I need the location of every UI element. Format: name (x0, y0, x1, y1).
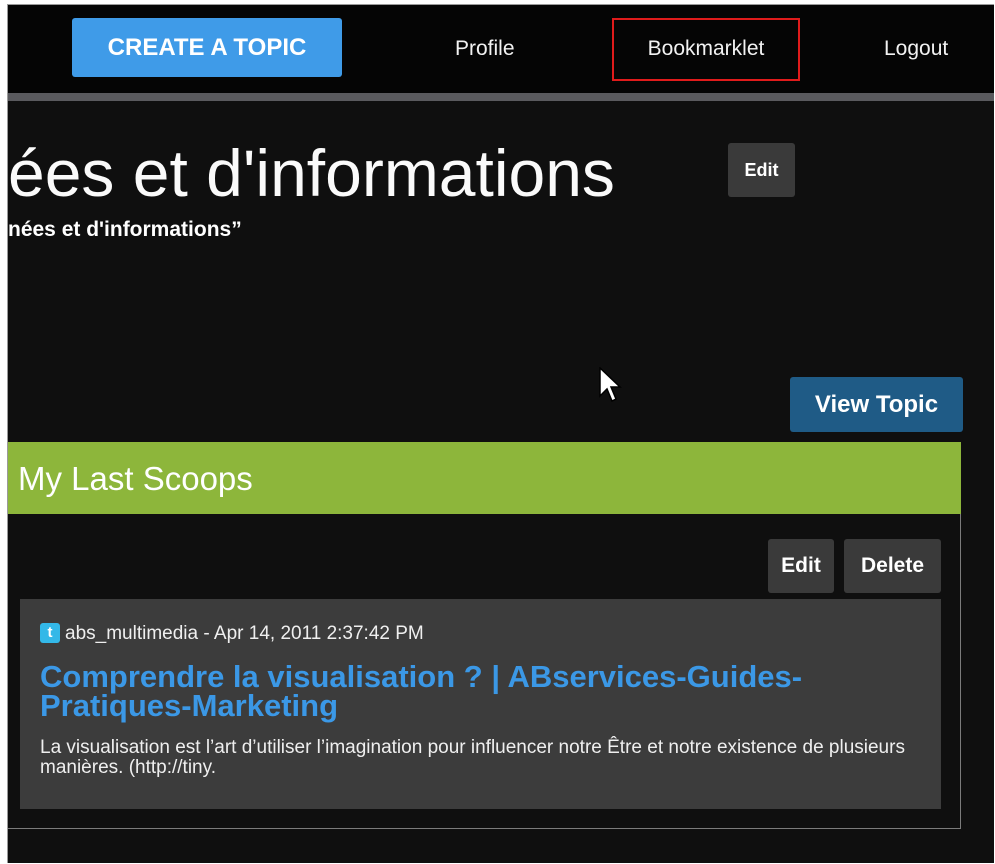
topic-subtitle: nées et d'informations” (8, 218, 242, 241)
top-nav-bar: CREATE A TOPIC Profile Bookmarklet Logou… (8, 5, 994, 93)
scoop-source: abs_multimedia - Apr 14, 2011 2:37:42 PM (65, 623, 424, 644)
mouse-cursor-icon (599, 367, 622, 403)
scoop-card: t abs_multimedia - Apr 14, 2011 2:37:42 … (20, 599, 941, 809)
edit-title-button[interactable]: Edit (728, 143, 795, 197)
panel-header: My Last Scoops (8, 442, 961, 514)
nav-link-logout[interactable]: Logout (884, 37, 948, 61)
create-topic-button[interactable]: CREATE A TOPIC (72, 18, 342, 77)
view-topic-button[interactable]: View Topic (790, 377, 963, 432)
scoop-title-link[interactable]: Comprendre la visualisation ? | ABservic… (40, 661, 920, 721)
panel-title: My Last Scoops (18, 460, 253, 497)
scoop-excerpt: La visualisation est l’art d’utiliser l’… (40, 737, 905, 778)
delete-scoop-button[interactable]: Delete (844, 539, 941, 593)
twitter-icon: t (40, 623, 60, 643)
topic-title: ées et d'informations (8, 136, 615, 210)
edit-scoop-button[interactable]: Edit (768, 539, 834, 593)
app-window: CREATE A TOPIC Profile Bookmarklet Logou… (7, 4, 994, 863)
last-scoops-panel: My Last Scoops Edit Delete t abs_multime… (8, 442, 961, 829)
nav-divider (8, 93, 994, 101)
nav-link-bookmarklet[interactable]: Bookmarklet (612, 18, 800, 81)
nav-link-profile[interactable]: Profile (455, 37, 515, 61)
